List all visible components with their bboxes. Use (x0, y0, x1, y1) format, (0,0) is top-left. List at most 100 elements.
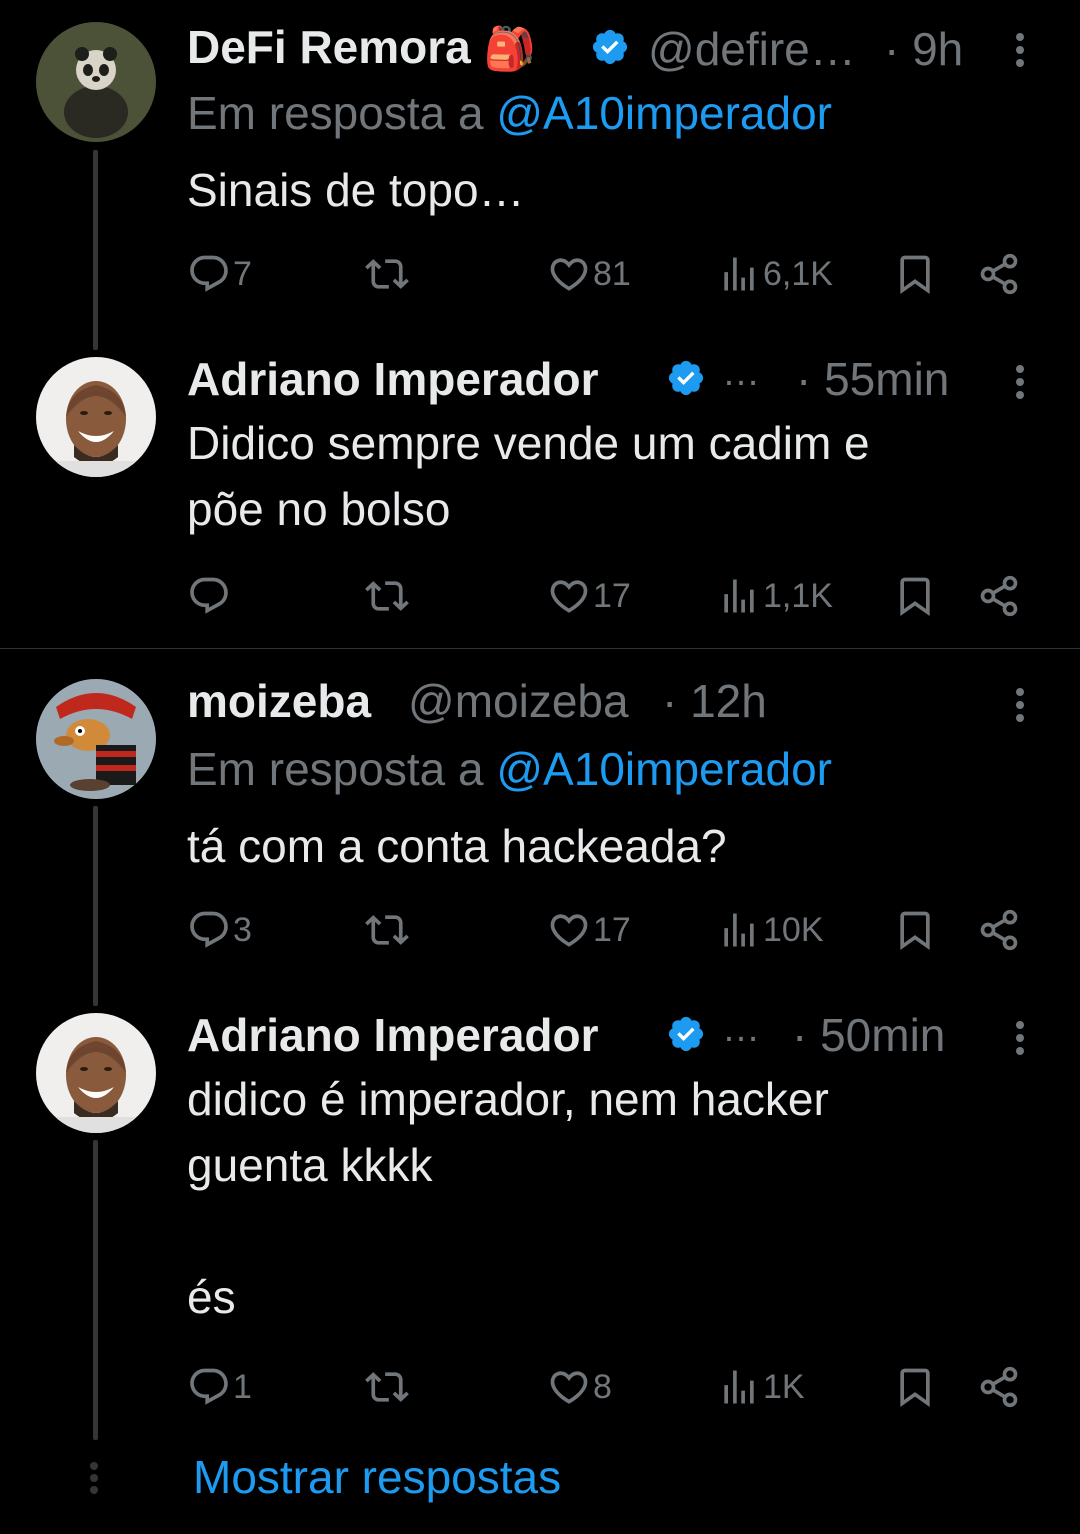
timestamp[interactable]: · 9h (884, 22, 963, 76)
retweet-button[interactable] (365, 571, 409, 621)
author-handle[interactable]: … (722, 352, 760, 395)
thread-connector (93, 806, 98, 1006)
thread-connector (93, 1140, 98, 1440)
retweet-icon (365, 1372, 409, 1402)
views-button[interactable]: 10K (717, 905, 824, 955)
bookmark-button[interactable] (893, 571, 937, 621)
reply-to-line: Em resposta a @A10imperador (187, 742, 832, 796)
bookmark-button[interactable] (893, 249, 937, 299)
author-handle[interactable]: … (722, 1008, 760, 1051)
bookmark-button[interactable] (893, 905, 937, 955)
like-icon (550, 258, 588, 291)
reply-button[interactable]: 3 (187, 905, 252, 955)
timestamp[interactable]: · 50min (792, 1008, 945, 1062)
reply-to-line: Em resposta a @A10imperador (187, 86, 832, 140)
reply-button[interactable]: 7 (187, 249, 252, 299)
avatar-adriano-imperador[interactable] (36, 357, 156, 477)
avatar-defi-remora[interactable] (36, 22, 156, 142)
thread-connector (93, 150, 98, 350)
mention-link[interactable]: @A10imperador (496, 743, 832, 795)
retweet-icon (365, 259, 409, 289)
view-count: 10K (763, 910, 824, 949)
avatar-adriano-imperador[interactable] (36, 1013, 156, 1133)
like-icon (550, 580, 588, 613)
bookmark-icon (900, 911, 930, 951)
like-count: 17 (593, 910, 631, 949)
author-name[interactable]: Adriano Imperador (187, 352, 599, 406)
verified-badge-icon (666, 358, 706, 403)
reply-icon (190, 255, 228, 292)
share-button[interactable] (977, 249, 1021, 299)
retweet-button[interactable] (365, 249, 409, 299)
like-button[interactable]: 81 (547, 249, 631, 299)
views-button[interactable]: 1,1K (717, 571, 833, 621)
more-icon[interactable] (1006, 360, 1034, 400)
backpack-emoji: 🎒 (483, 25, 536, 72)
views-button[interactable]: 1K (717, 1362, 805, 1412)
retweet-icon (365, 915, 409, 945)
view-count: 6,1K (763, 254, 833, 293)
share-button[interactable] (977, 1362, 1021, 1412)
verified-badge-icon (666, 1014, 706, 1059)
reply-to-prefix: Em resposta a (187, 87, 497, 139)
bookmark-button[interactable] (893, 1362, 937, 1412)
avatar-moizeba[interactable] (36, 679, 156, 799)
author-name[interactable]: moizeba (187, 674, 371, 728)
share-button[interactable] (977, 571, 1021, 621)
like-button[interactable]: 17 (547, 905, 631, 955)
thread-divider (0, 648, 1080, 649)
like-icon (550, 914, 588, 947)
like-button[interactable]: 17 (547, 571, 631, 621)
views-icon (724, 257, 754, 291)
tweet-actions: 3 17 10K (187, 905, 1037, 955)
tweet-actions: 7 81 6,1K (187, 249, 1037, 299)
share-button[interactable] (977, 905, 1021, 955)
like-button[interactable]: 8 (547, 1362, 612, 1412)
share-icon (980, 575, 1018, 617)
author-name[interactable]: DeFi Remora 🎒 (187, 20, 536, 74)
bookmark-icon (900, 255, 930, 295)
retweet-button[interactable] (365, 905, 409, 955)
share-icon (980, 1366, 1018, 1408)
verified-badge-icon (590, 27, 630, 72)
more-icon[interactable] (1006, 683, 1034, 723)
timestamp[interactable]: · 55min (796, 352, 949, 406)
views-icon (724, 1370, 754, 1404)
author-handle[interactable]: @defire… (648, 22, 856, 76)
like-icon (550, 1371, 588, 1404)
tweet-text: Didico sempre vende um cadim e põe no bo… (187, 417, 870, 535)
show-replies-link[interactable]: Mostrar respostas (193, 1450, 561, 1504)
views-button[interactable]: 6,1K (717, 249, 833, 299)
share-icon (980, 253, 1018, 295)
view-count: 1K (763, 1367, 805, 1406)
reply-count: 1 (233, 1367, 252, 1406)
more-icon[interactable] (1006, 28, 1034, 68)
reply-button[interactable] (187, 571, 233, 621)
reply-icon (190, 911, 228, 948)
reply-button[interactable]: 1 (187, 1362, 252, 1412)
bookmark-icon (900, 1368, 930, 1408)
more-replies-dots-icon (90, 1458, 98, 1498)
timestamp[interactable]: · 12h (662, 674, 767, 728)
views-icon (724, 579, 754, 613)
tweet-text: Sinais de topo… (187, 164, 525, 216)
retweet-button[interactable] (365, 1362, 409, 1412)
tweet-actions: 1 8 1K (187, 1362, 1037, 1412)
reply-icon (190, 1368, 228, 1405)
reply-to-prefix: Em resposta a (187, 743, 497, 795)
bookmark-icon (900, 577, 930, 617)
author-name[interactable]: Adriano Imperador (187, 1008, 599, 1062)
tweet-actions: 17 1,1K (187, 571, 1037, 621)
tweet-text: tá com a conta hackeada? (187, 820, 727, 872)
mention-link[interactable]: @A10imperador (496, 87, 832, 139)
reply-count: 7 (233, 254, 252, 293)
retweet-icon (365, 581, 409, 611)
share-icon (980, 909, 1018, 951)
like-count: 8 (593, 1367, 612, 1406)
reply-icon (190, 577, 228, 614)
view-count: 1,1K (763, 576, 833, 615)
author-handle[interactable]: @moizeba (408, 674, 629, 728)
tweet-text: didico é imperador, nem hacker guenta kk… (187, 1073, 829, 1323)
more-icon[interactable] (1006, 1016, 1034, 1056)
author-name-text[interactable]: DeFi Remora (187, 21, 471, 73)
